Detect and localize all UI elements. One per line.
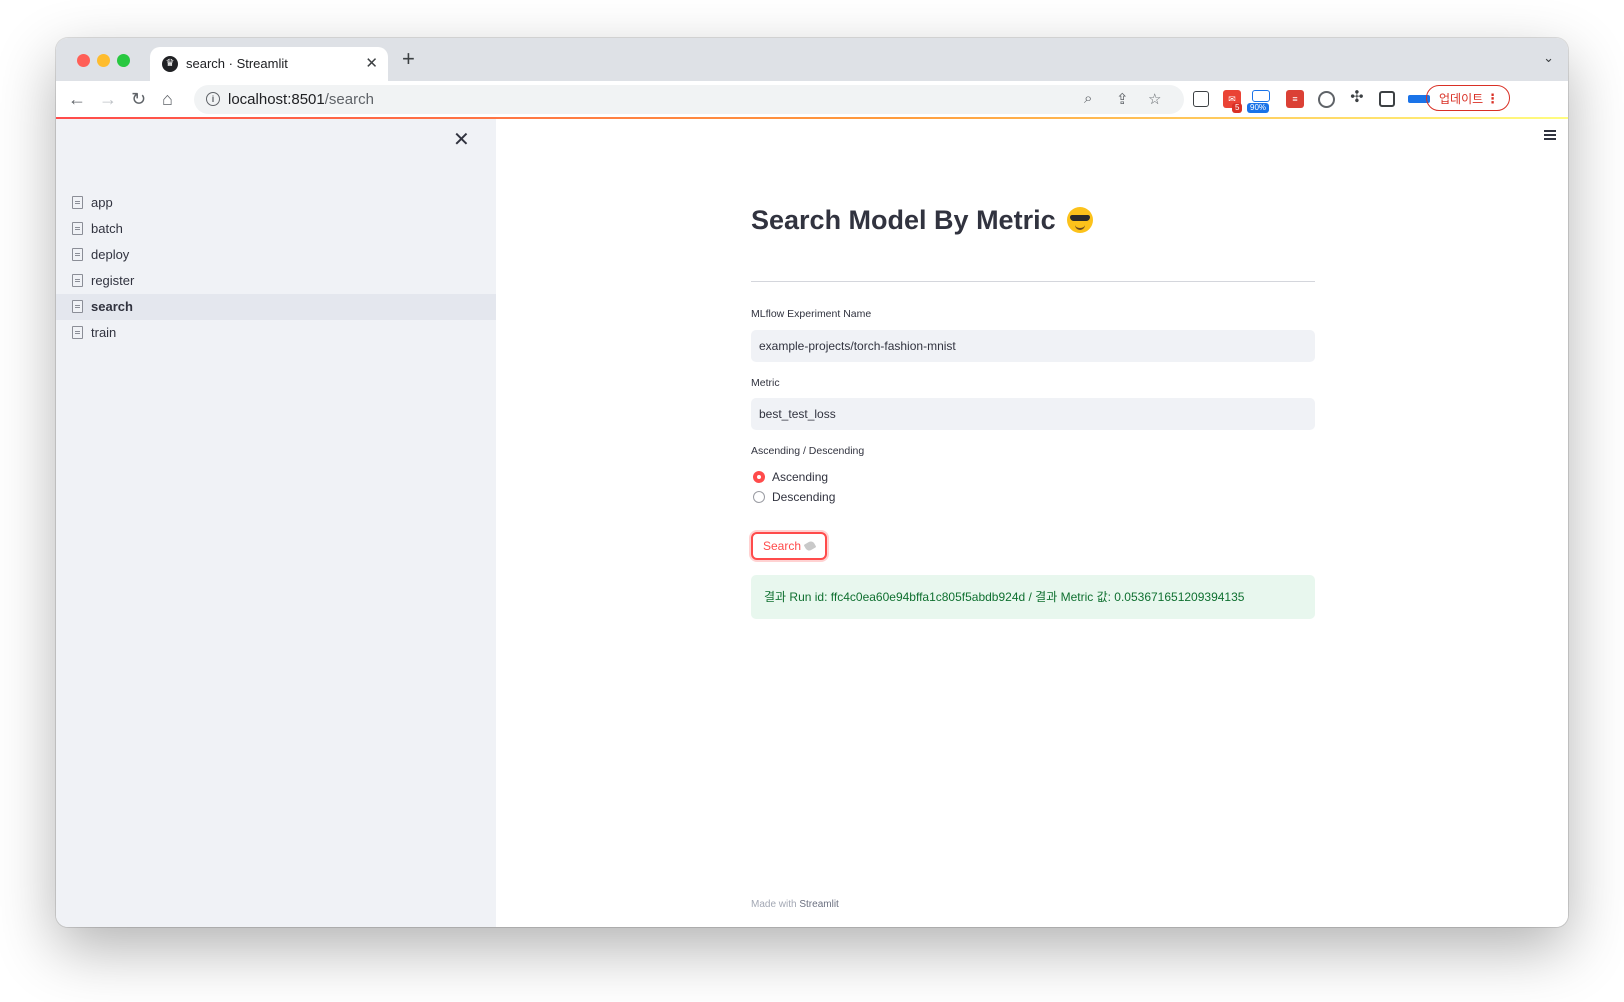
cloud-extension-icon[interactable] xyxy=(1252,90,1270,102)
sidebar-item-label: register xyxy=(91,273,135,288)
footer-prefix: Made with xyxy=(751,899,797,910)
footer-streamlit-link[interactable]: Streamlit xyxy=(799,899,838,910)
radio-unchecked-icon[interactable] xyxy=(753,491,765,503)
footer: Made with Streamlit xyxy=(751,899,839,910)
radio-label: Descending xyxy=(772,490,836,504)
page-doc-icon xyxy=(72,196,83,209)
page-title-text: Search Model By Metric xyxy=(751,205,1056,235)
search-button-label: Search xyxy=(763,539,802,553)
page-title: Search Model By Metric xyxy=(751,205,1094,236)
radio-label: Ascending xyxy=(772,470,829,484)
tab-strip: ♛ search · Streamlit ✕ + ⌄ xyxy=(56,38,1568,81)
main-area: Search Model By Metric MLflow Experiment… xyxy=(496,119,1568,927)
back-arrow-icon[interactable]: ← xyxy=(68,88,86,110)
url-path: /search xyxy=(324,91,374,108)
sidebar-item-label: deploy xyxy=(91,247,130,262)
divider xyxy=(751,281,1315,282)
sunglasses-face-icon xyxy=(1067,207,1094,233)
tab-title: search · Streamlit xyxy=(186,56,288,71)
url-text[interactable]: localhost:8501/search xyxy=(228,91,374,108)
home-icon[interactable]: ⌂ xyxy=(162,88,173,110)
sidebar-item-search[interactable]: search xyxy=(56,294,496,320)
sidebar-nav: app batch deploy register search train xyxy=(56,190,496,346)
forward-arrow-icon[interactable]: → xyxy=(99,88,117,110)
metric-label: Metric xyxy=(751,377,780,389)
experiment-name-label: MLflow Experiment Name xyxy=(751,308,872,320)
todoist-extension-icon[interactable]: ≡ xyxy=(1286,90,1304,108)
share-icon[interactable]: ⇪ xyxy=(1116,90,1129,108)
result-success-alert: 결과 Run id: ffc4c0ea60e94bffa1c805f5abdb9… xyxy=(751,575,1315,619)
sidebar-item-deploy[interactable]: deploy xyxy=(56,242,496,268)
sidebar-item-label: app xyxy=(91,195,113,210)
sidebar-item-app[interactable]: app xyxy=(56,190,496,216)
close-window-button[interactable] xyxy=(77,54,90,67)
mail-badge: 5 xyxy=(1232,103,1243,113)
experiment-name-input[interactable]: example-projects/torch-fashion-mnist xyxy=(751,330,1315,362)
new-tab-button[interactable]: + xyxy=(402,47,415,71)
streamlit-favicon-icon: ♛ xyxy=(162,56,178,72)
minimize-window-button[interactable] xyxy=(97,54,110,67)
side-panel-icon[interactable] xyxy=(1379,91,1395,107)
page-doc-icon xyxy=(72,248,83,261)
sidebar-item-label: batch xyxy=(91,221,123,236)
order-label: Ascending / Descending xyxy=(751,445,865,457)
browser-window: ♛ search · Streamlit ✕ + ⌄ ← → ↻ ⌂ i loc… xyxy=(56,38,1568,927)
qr-extension-icon[interactable] xyxy=(1193,91,1209,107)
search-button[interactable]: Search xyxy=(751,532,828,560)
tab-close-icon[interactable]: ✕ xyxy=(365,54,378,72)
bookmark-star-icon[interactable]: ☆ xyxy=(1148,90,1161,108)
sidebar-item-batch[interactable]: batch xyxy=(56,216,496,242)
sidebar-item-label: search xyxy=(91,299,133,314)
address-bar[interactable]: i localhost:8501/search ⌕ ⇪ ☆ xyxy=(194,85,1184,114)
maximize-window-button[interactable] xyxy=(117,54,130,67)
update-button-label: 업데이트 xyxy=(1439,92,1484,106)
cloud-badge: 90% xyxy=(1247,103,1270,113)
url-host: localhost:8501 xyxy=(228,91,325,108)
page-doc-icon xyxy=(72,326,83,339)
sidebar-item-train[interactable]: train xyxy=(56,320,496,346)
metric-input[interactable]: best_test_loss xyxy=(751,398,1315,430)
ring-extension-icon[interactable] xyxy=(1318,91,1335,108)
page-doc-icon xyxy=(72,300,83,313)
zoom-icon[interactable]: ⌕ xyxy=(1084,90,1092,107)
sidebar: ✕ app batch deploy register search train xyxy=(56,119,496,927)
radio-checked-icon[interactable] xyxy=(753,471,765,483)
hamburger-menu-icon[interactable] xyxy=(1544,130,1556,140)
tab-search-chevron-icon[interactable]: ⌄ xyxy=(1543,50,1554,66)
reload-icon[interactable]: ↻ xyxy=(131,88,146,110)
site-info-icon[interactable]: i xyxy=(206,92,220,106)
browser-tab-active[interactable]: ♛ search · Streamlit ✕ xyxy=(150,47,388,81)
sidebar-item-register[interactable]: register xyxy=(56,268,496,294)
sidebar-item-label: train xyxy=(91,325,117,340)
broom-icon xyxy=(803,540,817,552)
extensions-puzzle-icon[interactable]: ✣ xyxy=(1348,89,1366,107)
update-button[interactable]: 업데이트 ⋮ xyxy=(1426,85,1510,111)
page-doc-icon xyxy=(72,274,83,287)
close-icon[interactable]: ✕ xyxy=(453,127,470,152)
browser-toolbar: ← → ↻ ⌂ i localhost:8501/search ⌕ ⇪ ☆ ✉ … xyxy=(56,81,1568,119)
page-doc-icon xyxy=(72,222,83,235)
kebab-menu-icon: ⋮ xyxy=(1486,91,1499,106)
